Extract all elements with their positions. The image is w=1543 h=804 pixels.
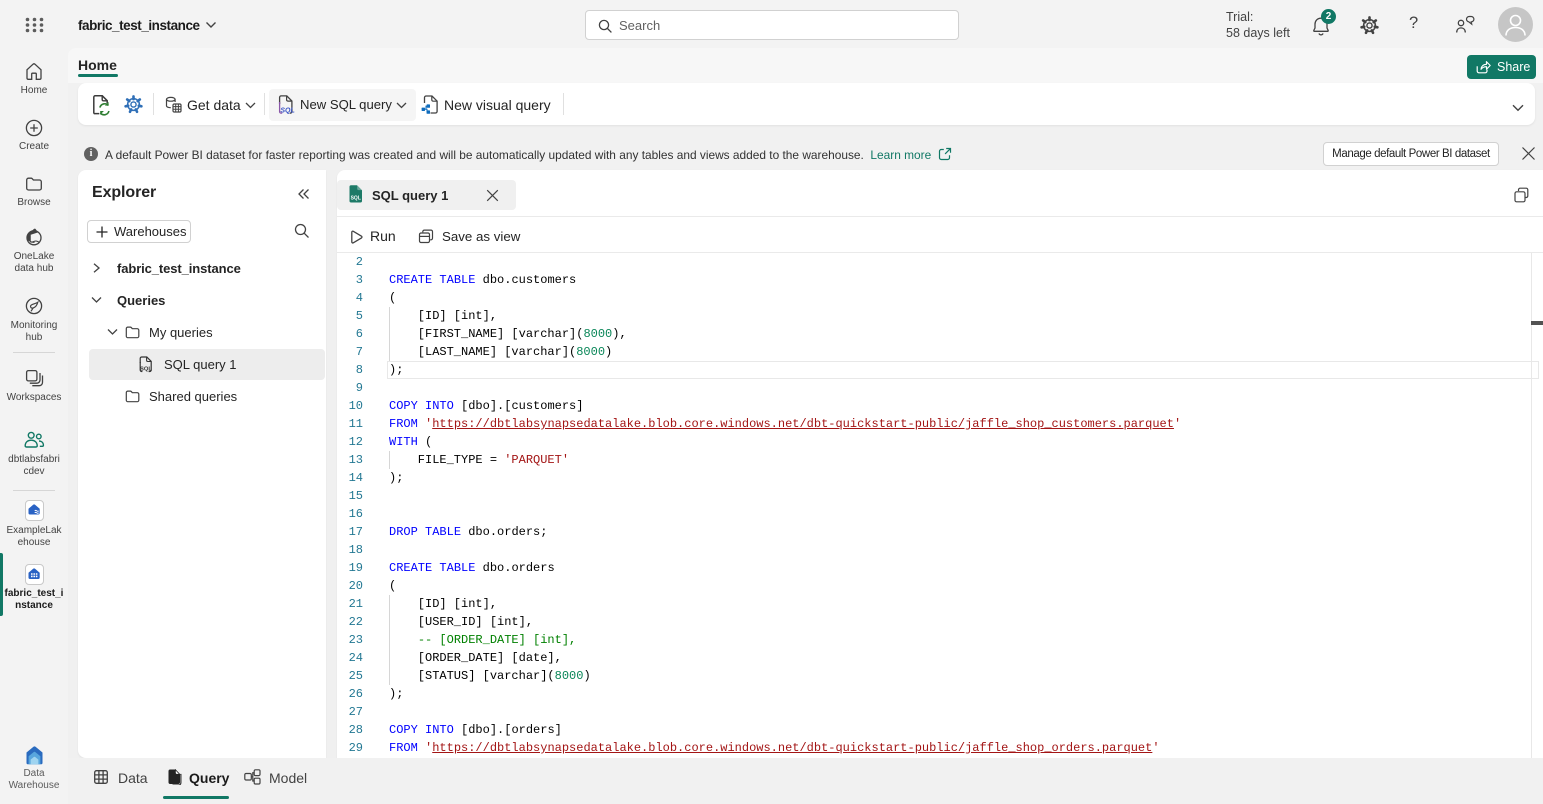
svg-text:SQL: SQL	[140, 366, 152, 372]
svg-text:SQL: SQL	[351, 196, 361, 202]
svg-text:SQL: SQL	[280, 108, 294, 115]
